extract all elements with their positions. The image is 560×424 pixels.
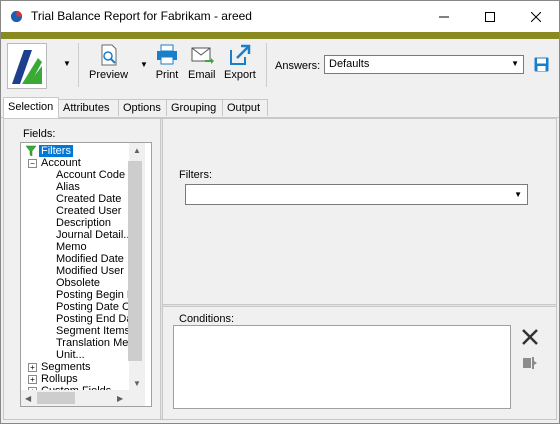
tree-item[interactable]: Segment Items xyxy=(56,325,130,337)
fields-tree[interactable]: Filters − Account Account Code Alias Cre… xyxy=(20,142,152,407)
toolbar: ▼ Preview ▼ Print Email Export Answers: … xyxy=(1,39,559,93)
email-label: Email xyxy=(188,69,216,81)
tree-item[interactable]: Unit... xyxy=(56,349,85,361)
tree-item-filters[interactable]: Filters xyxy=(39,145,73,157)
tab-strip: Selection Attributes Options Grouping Ou… xyxy=(1,97,559,118)
title-bar: Trial Balance Report for Fabrikam - aree… xyxy=(1,1,559,32)
tab-output[interactable]: Output xyxy=(222,99,268,116)
logo-icon xyxy=(12,50,42,84)
preview-label: Preview xyxy=(89,69,129,81)
tree-item[interactable]: Journal Detail... xyxy=(56,229,132,241)
print-button[interactable]: Print xyxy=(155,43,179,81)
tree-item[interactable]: Modified Date xyxy=(56,253,124,265)
filters-label: Filters: xyxy=(179,169,212,181)
tab-grouping[interactable]: Grouping xyxy=(166,99,223,116)
horizontal-splitter[interactable] xyxy=(163,304,556,307)
accent-strip xyxy=(1,32,559,39)
minimize-icon xyxy=(439,16,449,17)
export-button[interactable]: Export xyxy=(224,43,256,81)
answers-label: Answers: xyxy=(275,60,321,72)
filters-area xyxy=(163,119,556,304)
conditions-label: Conditions: xyxy=(179,313,235,325)
print-label: Print xyxy=(155,69,179,81)
scroll-right-icon[interactable]: ▶ xyxy=(117,394,123,403)
printer-icon xyxy=(157,44,177,65)
answers-value: Defaults xyxy=(329,58,370,70)
answers-select[interactable]: Defaults ▼ xyxy=(324,55,524,74)
pie-chart-icon xyxy=(10,10,23,23)
close-icon xyxy=(531,11,541,22)
toolbar-separator xyxy=(78,43,79,87)
chevron-down-icon: ▼ xyxy=(511,59,519,68)
collapse-icon[interactable]: − xyxy=(28,159,37,168)
delete-icon[interactable] xyxy=(521,328,539,346)
filter-icon xyxy=(25,145,37,157)
export-label: Export xyxy=(224,69,256,81)
scroll-up-icon[interactable]: ▲ xyxy=(133,146,141,155)
maximize-icon xyxy=(485,11,495,22)
tab-selection[interactable]: Selection xyxy=(3,97,59,118)
chevron-down-icon: ▼ xyxy=(514,190,522,199)
minimize-button[interactable] xyxy=(421,1,467,32)
tab-options[interactable]: Options xyxy=(118,99,167,116)
window-title: Trial Balance Report for Fabrikam - aree… xyxy=(31,9,252,23)
fields-label: Fields: xyxy=(23,128,56,140)
email-icon xyxy=(191,47,214,64)
toolbar-separator xyxy=(266,43,267,87)
tab-attributes[interactable]: Attributes xyxy=(58,99,119,116)
filters-select[interactable]: ▼ xyxy=(185,184,528,205)
close-button[interactable] xyxy=(513,1,559,32)
maximize-button[interactable] xyxy=(467,1,513,32)
tree-item[interactable]: Description xyxy=(56,217,111,229)
tree-item-account[interactable]: Account xyxy=(41,157,81,169)
expand-icon[interactable]: + xyxy=(28,375,37,384)
tree-item-rollups[interactable]: Rollups xyxy=(41,373,78,385)
report-window: Trial Balance Report for Fabrikam - aree… xyxy=(0,0,560,424)
tree-item[interactable]: Posting Date C xyxy=(56,301,130,313)
horizontal-scroll-thumb[interactable] xyxy=(37,392,75,404)
scroll-left-icon[interactable]: ◀ xyxy=(25,394,31,403)
preview-dropdown-icon[interactable]: ▼ xyxy=(140,60,148,69)
tree-item[interactable]: Created User xyxy=(56,205,121,217)
conditions-list[interactable] xyxy=(173,325,511,409)
vertical-scroll-thumb[interactable] xyxy=(128,161,142,361)
tree-item[interactable]: Posting End Da xyxy=(56,313,132,325)
tree-item[interactable]: Account Code xyxy=(56,169,125,181)
expand-icon[interactable]: + xyxy=(28,363,37,372)
app-logo[interactable] xyxy=(7,43,47,89)
tree-item[interactable]: Alias xyxy=(56,181,80,193)
tree-item[interactable]: Posting Begin D xyxy=(56,289,135,301)
tree-item[interactable]: Created Date xyxy=(56,193,121,205)
logo-dropdown-icon[interactable]: ▼ xyxy=(63,59,71,68)
preview-icon xyxy=(101,44,117,66)
save-icon[interactable] xyxy=(534,57,549,72)
tree-item[interactable]: Memo xyxy=(56,241,87,253)
preview-button[interactable]: Preview xyxy=(89,43,128,81)
scroll-down-icon[interactable]: ▼ xyxy=(133,379,141,388)
export-icon xyxy=(229,44,251,65)
condition-icon[interactable] xyxy=(522,355,538,371)
email-button[interactable]: Email xyxy=(188,43,216,81)
tree-item[interactable]: Translation Me xyxy=(56,337,128,349)
tree-item[interactable]: Modified User xyxy=(56,265,124,277)
tree-item[interactable]: Obsolete xyxy=(56,277,100,289)
tree-item-segments[interactable]: Segments xyxy=(41,361,91,373)
